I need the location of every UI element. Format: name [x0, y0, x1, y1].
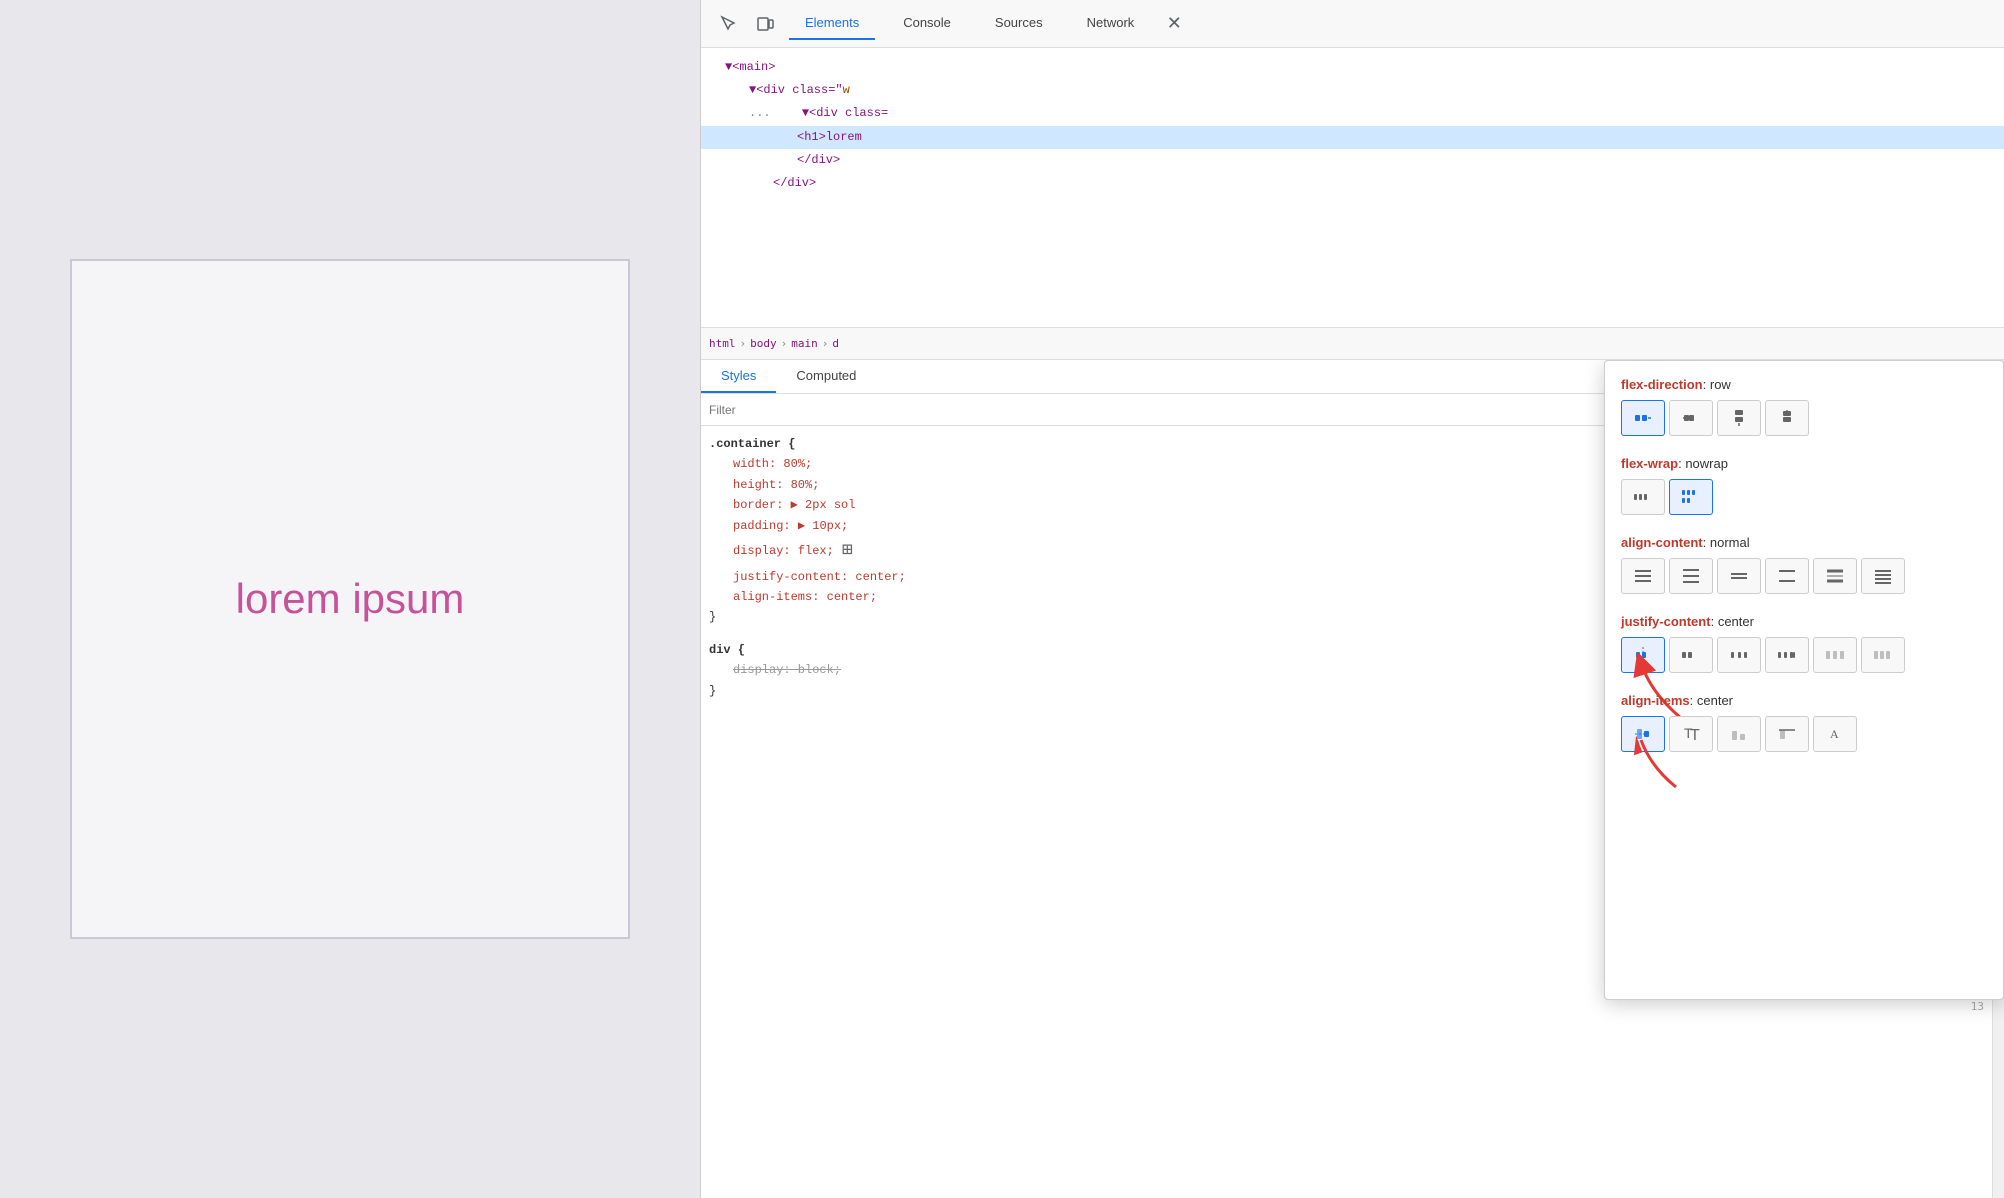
- breadcrumb-main[interactable]: main: [791, 337, 818, 350]
- css-selector-div: div {: [709, 640, 745, 660]
- justify-content-btn-6[interactable]: [1861, 637, 1905, 673]
- breadcrumb-d[interactable]: d: [832, 337, 839, 350]
- close-button[interactable]: ✕: [1162, 12, 1186, 36]
- align-content-buttons: [1621, 558, 1987, 594]
- devtools-header: Elements Console Sources Network ✕: [701, 0, 2004, 48]
- css-prop-display: display: flex;: [709, 541, 834, 561]
- tab-network[interactable]: Network: [1071, 7, 1151, 40]
- flex-wrap-label: flex-wrap: nowrap: [1621, 456, 1987, 471]
- justify-content-btn-3[interactable]: [1717, 637, 1761, 673]
- elements-tree: ▼<main> ▼<div class="w ... ▼<div class= …: [701, 48, 2004, 328]
- devtools-panel: Elements Console Sources Network ✕ ▼<mai…: [700, 0, 2004, 1198]
- css-prop-justify-content: justify-content: center;: [709, 570, 906, 584]
- align-items-row: align-items: center TT: [1621, 693, 1987, 752]
- flex-icon[interactable]: ⊞: [842, 536, 853, 567]
- css-close-brace-2: }: [709, 684, 716, 698]
- breadcrumb: html › body › main › d: [701, 328, 2004, 360]
- flex-direction-row-btn[interactable]: [1621, 400, 1665, 436]
- justify-content-label: justify-content: center: [1621, 614, 1987, 629]
- align-items-btn-2[interactable]: TT: [1669, 716, 1713, 752]
- align-content-btn-3[interactable]: [1717, 558, 1761, 594]
- align-content-btn-1[interactable]: [1621, 558, 1665, 594]
- tab-sources[interactable]: Sources: [979, 7, 1059, 40]
- svg-text:T: T: [1690, 727, 1700, 744]
- css-prop-padding: padding: ▶ 10px;: [709, 519, 848, 533]
- flex-direction-row: flex-direction: row: [1621, 377, 1987, 436]
- flex-direction-buttons: [1621, 400, 1987, 436]
- align-items-btn-4[interactable]: [1765, 716, 1809, 752]
- css-selector-container: .container {: [709, 437, 795, 451]
- html-line-closediv1[interactable]: </div>: [701, 149, 2004, 172]
- align-content-btn-2[interactable]: [1669, 558, 1713, 594]
- flex-direction-row-reverse-btn[interactable]: [1669, 400, 1713, 436]
- css-close-brace-1: }: [709, 610, 716, 624]
- preview-box: lorem ipsum: [70, 259, 630, 939]
- breadcrumb-body[interactable]: body: [750, 337, 777, 350]
- html-line-div2-selected[interactable]: <h1>lorem: [701, 126, 2004, 149]
- tab-computed[interactable]: Computed: [776, 360, 876, 393]
- flex-direction-column-btn[interactable]: [1717, 400, 1761, 436]
- align-items-center-btn[interactable]: [1621, 716, 1665, 752]
- flex-direction-column-reverse-btn[interactable]: [1765, 400, 1809, 436]
- css-prop-display-block: display: block;: [709, 663, 841, 677]
- justify-content-btn-5[interactable]: [1813, 637, 1857, 673]
- justify-content-btn-2[interactable]: [1669, 637, 1713, 673]
- flex-direction-label: flex-direction: row: [1621, 377, 1987, 392]
- breadcrumb-html[interactable]: html: [709, 337, 736, 350]
- html-line-main[interactable]: ▼<main>: [701, 56, 2004, 79]
- device-icon[interactable]: [753, 12, 777, 36]
- tab-styles[interactable]: Styles: [701, 360, 776, 393]
- devtools-right: Styles Computed .container { width: 80%;: [701, 360, 2004, 1198]
- svg-text:A: A: [1830, 727, 1839, 741]
- html-line-closediv2[interactable]: </div>: [701, 172, 2004, 195]
- align-items-btn-5[interactable]: A: [1813, 716, 1857, 752]
- html-ellipsis-line[interactable]: ... ▼<div class=: [701, 102, 2004, 125]
- lorem-text: lorem ipsum: [236, 575, 465, 623]
- tab-console[interactable]: Console: [887, 7, 967, 40]
- align-content-btn-6[interactable]: [1861, 558, 1905, 594]
- line-number: 13: [1971, 1000, 1984, 1013]
- justify-content-buttons: [1621, 637, 1987, 673]
- align-content-row: align-content: normal: [1621, 535, 1987, 594]
- css-prop-align-items: align-items: center;: [709, 590, 877, 604]
- flex-wrap-row: flex-wrap: nowrap: [1621, 456, 1987, 515]
- align-content-btn-5[interactable]: [1813, 558, 1857, 594]
- align-items-btn-3[interactable]: [1717, 716, 1761, 752]
- align-content-label: align-content: normal: [1621, 535, 1987, 550]
- css-prop-border: border: ▶ 2px sol: [709, 498, 855, 512]
- tab-elements[interactable]: Elements: [789, 7, 875, 40]
- align-items-label: align-items: center: [1621, 693, 1987, 708]
- flex-wrap-buttons: [1621, 479, 1987, 515]
- css-prop-height: height: 80%;: [709, 478, 819, 492]
- justify-content-row: justify-content: center: [1621, 614, 1987, 673]
- align-content-btn-4[interactable]: [1765, 558, 1809, 594]
- flex-wrap-wrap-btn[interactable]: [1669, 479, 1713, 515]
- justify-content-center-btn[interactable]: [1621, 637, 1665, 673]
- html-line-div1[interactable]: ▼<div class="w: [701, 79, 2004, 102]
- inspect-icon[interactable]: [717, 12, 741, 36]
- preview-area: lorem ipsum: [0, 0, 700, 1198]
- align-items-buttons: TT A: [1621, 716, 1987, 752]
- flex-editor-popup: flex-direction: row: [1604, 360, 2004, 1000]
- flex-wrap-nowrap-btn[interactable]: [1621, 479, 1665, 515]
- justify-content-btn-4[interactable]: [1765, 637, 1809, 673]
- css-prop-width: width: 80%;: [709, 457, 812, 471]
